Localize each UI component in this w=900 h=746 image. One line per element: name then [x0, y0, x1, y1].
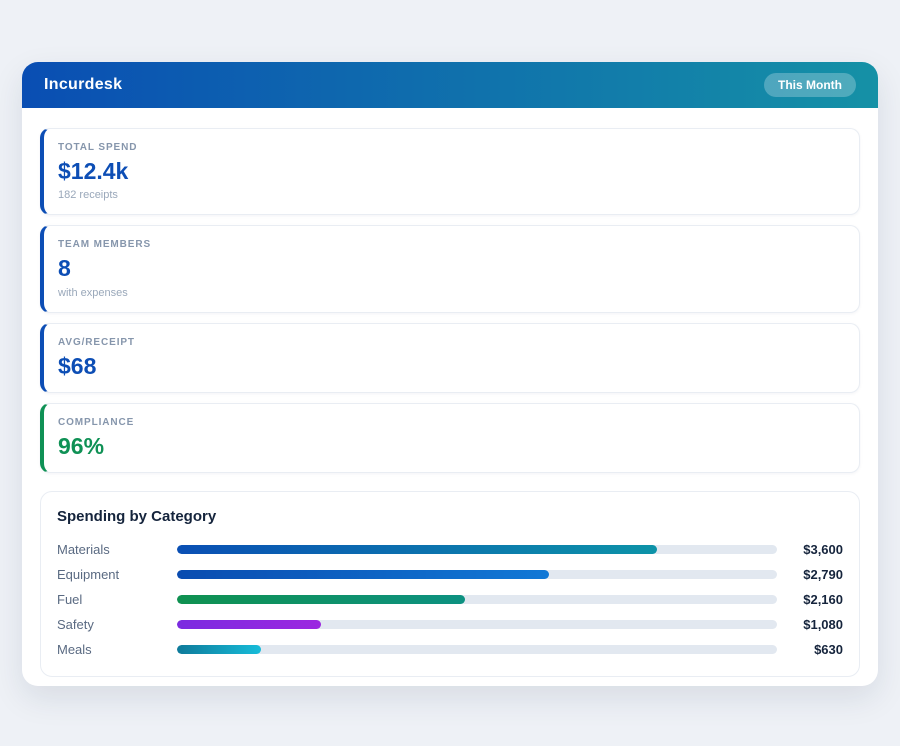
chart-row-equipment: Equipment $2,790 [57, 562, 843, 587]
chart-row-safety: Safety $1,080 [57, 612, 843, 637]
stat-subtext: 182 receipts [58, 189, 118, 202]
chart-category-label: Safety [57, 617, 94, 633]
chart-bar-track [177, 545, 777, 555]
spending-chart-card: Spending by Category Materials $3,600 Equi… [40, 491, 860, 678]
stat-card-team-members: TEAM MEMBERS 8 with expenses [40, 225, 860, 313]
stat-card-compliance: COMPLIANCE 96% [40, 402, 860, 474]
stat-value: $12.4k [58, 158, 129, 184]
chart-category-label: Meals [57, 642, 92, 658]
stat-label: AVG/RECEIPT [58, 336, 135, 348]
period-badge[interactable]: This Month [764, 73, 856, 97]
chart-category-label: Materials [57, 542, 110, 558]
chart-bar-fill [177, 595, 465, 605]
stat-card-avg-receipt: AVG/RECEIPT $68 [40, 322, 860, 393]
chart-value-label: $3,600 [803, 542, 843, 558]
chart-bar-fill [177, 545, 657, 555]
stat-label: TEAM MEMBERS [58, 239, 152, 251]
stat-subtext: with expenses [58, 286, 128, 299]
stat-label: TOTAL SPEND [58, 142, 138, 153]
stat-value: $68 [58, 352, 97, 379]
chart-rows: Materials $3,600 Equipment $2,790 Fuel $2,160… [57, 537, 843, 662]
chart-bar-fill [177, 620, 321, 630]
stat-label: COMPLIANCE [58, 416, 135, 428]
stat-value: 8 [58, 255, 71, 282]
dashboard-panel: Incurdesk This Month TOTAL SPEND $12.4k 18… [22, 62, 878, 686]
stat-value: 96% [58, 432, 105, 459]
dashboard-body: TOTAL SPEND $12.4k 182 receipts TEAM MEMBER… [22, 108, 878, 686]
app-header: Incurdesk This Month [22, 62, 878, 108]
chart-value-label: $630 [814, 642, 843, 658]
chart-row-meals: Meals $630 [57, 637, 843, 662]
chart-row-materials: Materials $3,600 [57, 537, 843, 562]
app-title: Incurdesk [44, 76, 123, 93]
chart-title: Spending by Category [57, 508, 217, 526]
chart-bar-fill [177, 570, 549, 580]
chart-value-label: $1,080 [803, 617, 843, 633]
chart-row-fuel: Fuel $2,160 [57, 587, 843, 612]
chart-category-label: Equipment [57, 567, 120, 583]
chart-bar-track [177, 570, 777, 580]
chart-bar-track [177, 595, 777, 605]
stat-card-total-spend: TOTAL SPEND $12.4k 182 receipts [40, 128, 860, 216]
stats-list: TOTAL SPEND $12.4k 182 receipts TEAM MEMBER… [40, 128, 860, 474]
chart-bar-track [177, 620, 777, 630]
chart-bar-fill [177, 645, 261, 655]
chart-value-label: $2,160 [803, 592, 843, 608]
chart-bar-track [177, 645, 777, 655]
chart-value-label: $2,790 [803, 567, 843, 583]
chart-category-label: Fuel [57, 592, 83, 608]
